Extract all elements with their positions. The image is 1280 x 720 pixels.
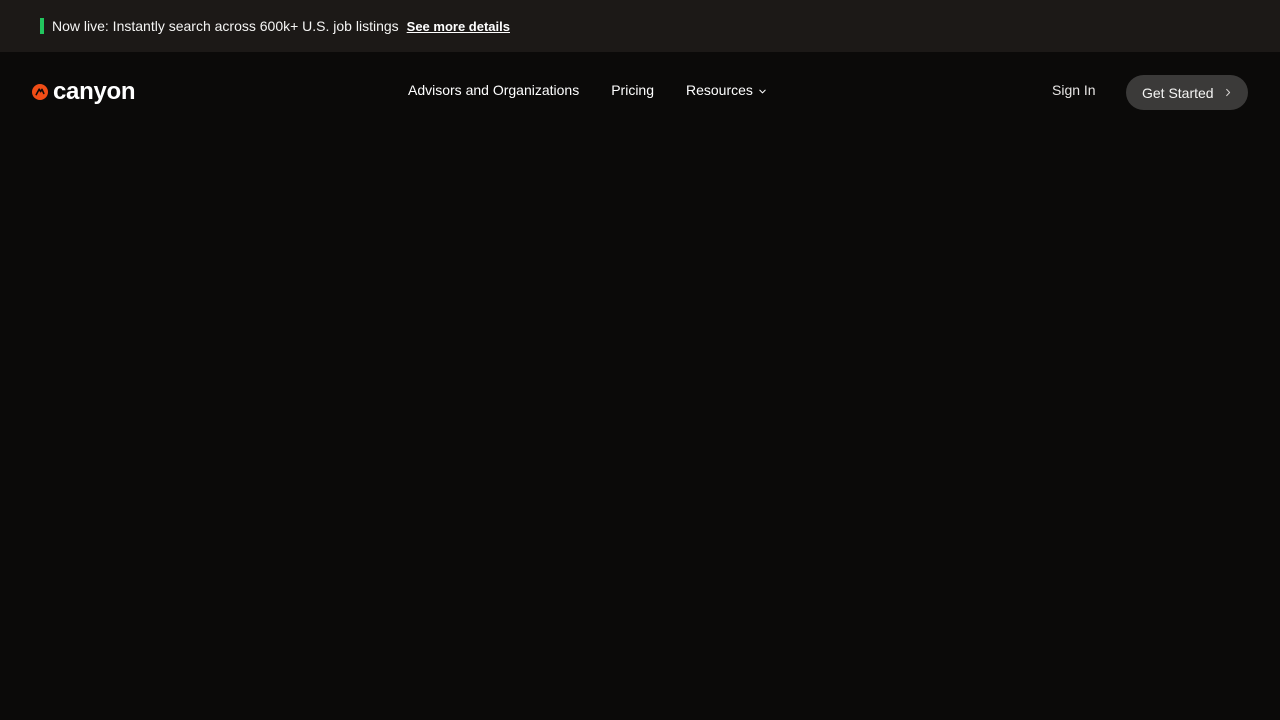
chevron-down-icon xyxy=(759,89,766,94)
get-started-label: Get Started xyxy=(1142,84,1214,101)
nav-resources-dropdown[interactable]: Resources xyxy=(686,82,767,98)
primary-nav: Advisors and Organizations Pricing Resou… xyxy=(408,82,767,98)
logo-link[interactable]: canyon xyxy=(32,78,136,106)
main-navbar: canyon Advisors and Organizations Pricin… xyxy=(0,52,1280,132)
nav-advisors-link[interactable]: Advisors and Organizations xyxy=(408,82,579,98)
see-more-details-link[interactable]: See more details xyxy=(407,19,510,34)
nav-resources-label: Resources xyxy=(686,82,753,98)
sign-in-link[interactable]: Sign In xyxy=(1052,82,1096,98)
live-indicator xyxy=(40,18,44,34)
logo-text: canyon xyxy=(53,78,136,105)
announcement-message: Now live: Instantly search across 600k+ … xyxy=(52,18,399,34)
get-started-button[interactable]: Get Started xyxy=(1126,75,1248,110)
chevron-right-icon xyxy=(1225,88,1230,97)
canyon-logo-icon xyxy=(32,84,48,100)
nav-pricing-link[interactable]: Pricing xyxy=(611,82,654,98)
announcement-banner: Now live: Instantly search across 600k+ … xyxy=(0,0,1280,52)
